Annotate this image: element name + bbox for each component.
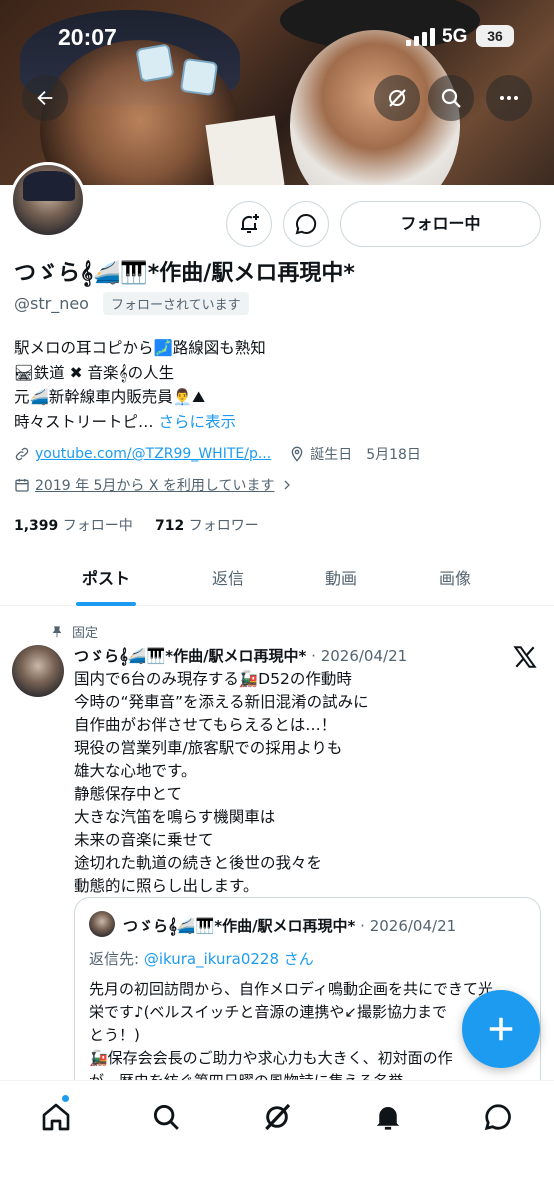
signal-icon: [406, 28, 436, 46]
message-icon: [295, 213, 317, 235]
bell-plus-icon: [241, 214, 259, 233]
grok-icon: [265, 1103, 291, 1131]
pinned-label: 固定: [72, 626, 99, 641]
more-icon: [500, 96, 518, 100]
quote-header: つゞら𝄞🚄🎹*作曲/駅メロ再現中* · 2026/04/21: [123, 915, 456, 936]
birthday: 誕生日 5月18日: [310, 447, 421, 463]
plus-icon: [489, 1017, 513, 1041]
quote-avatar: [89, 911, 115, 937]
home-icon: [42, 1103, 70, 1131]
network-type: 5G: [442, 26, 468, 47]
grok-button[interactable]: [374, 75, 420, 121]
follows-you-badge: フォローされています: [102, 292, 249, 315]
post-line: 今時の“発車音”を添える新旧混淆の試みに: [74, 693, 369, 711]
nav-home[interactable]: [36, 1097, 76, 1137]
grok-icon: [389, 89, 406, 107]
quote-line: 🚂保存会会長のご助力や求心力も大きく、初対面の作: [89, 1049, 453, 1067]
message-button[interactable]: [283, 201, 329, 247]
tab-videos[interactable]: 動画: [325, 565, 357, 589]
post-line: 雄大な心地です。: [74, 762, 197, 780]
pin-icon: [52, 625, 62, 637]
compose-post-button[interactable]: [462, 990, 540, 1068]
follow-counts: 1,399 フォロー中 712 フォロワー: [14, 515, 259, 535]
battery-icon: 36: [476, 25, 514, 47]
post-line: 未来の音楽に乗せて: [74, 831, 214, 849]
following-button[interactable]: フォロー中: [340, 201, 541, 247]
show-more-link[interactable]: さらに表示: [158, 413, 236, 431]
handle-row: @str_neo フォローされています: [14, 292, 249, 315]
status-bar: 20:07 5G 36: [0, 0, 554, 70]
following-count-link[interactable]: 1,399 フォロー中: [14, 518, 133, 534]
nav-grok[interactable]: [257, 1097, 297, 1137]
reply-to: 返信先: @ikura_ikura0228 さん: [89, 950, 314, 968]
post-line: 大きな汽笛を鳴らす機関車は: [74, 808, 276, 826]
new-content-dot: [61, 1094, 70, 1103]
link-icon: [15, 447, 29, 461]
pinned-indicator: 固定: [50, 622, 98, 641]
active-tab-indicator: [76, 602, 136, 606]
back-button[interactable]: [22, 75, 68, 121]
bio-line: 元🚄新幹線車内販売員👨‍💼⛰: [14, 388, 206, 406]
post-text: 国内で6台のみ現存する🚂D52の作動時 今時の“発車音”を添える新旧混淆の試みに…: [74, 668, 534, 898]
nav-messages[interactable]: [478, 1097, 518, 1137]
tab-posts[interactable]: ポスト: [82, 565, 130, 589]
quoted-post[interactable]: つゞら𝄞🚄🎹*作曲/駅メロ再現中* · 2026/04/21 返信先: @iku…: [74, 897, 541, 1097]
profile-bio: 駅メロの耳コピから🗾路線図も熟知 🛤鉄道 ✖ 音楽𝄞の人生 元🚄新幹線車内販売員…: [14, 336, 266, 434]
back-arrow-icon: [37, 90, 53, 106]
profile-meta: youtube.com/@TZR99_WHITE/p... 誕生日 5月18日: [14, 444, 421, 464]
post-line: 動態的に照らし出します。: [74, 877, 259, 895]
joined-date: 2019 年 5月から X を利用しています: [35, 478, 275, 494]
bottom-navigation: [0, 1080, 554, 1199]
notifications-button[interactable]: [226, 201, 272, 247]
post-author[interactable]: つゞら𝄞🚄🎹*作曲/駅メロ再現中*: [74, 647, 306, 665]
message-icon: [484, 1104, 511, 1131]
calendar-icon: [15, 479, 29, 492]
search-button[interactable]: [428, 75, 474, 121]
quote-date: · 2026/04/21: [360, 917, 457, 935]
location-pin-icon: [291, 446, 303, 462]
bio-line: 時々ストリートピ…: [14, 412, 154, 431]
profile-tabs: ポスト 返信 動画 画像: [0, 550, 554, 606]
more-button[interactable]: [486, 75, 532, 121]
post-date[interactable]: · 2026/04/21: [311, 647, 407, 665]
profile-link[interactable]: youtube.com/@TZR99_WHITE/p...: [35, 446, 271, 462]
post-line: 途切れた軌道の続きと後世の我々を: [74, 854, 323, 872]
quote-author: つゞら𝄞🚄🎹*作曲/駅メロ再現中*: [123, 917, 356, 935]
post-header: つゞら𝄞🚄🎹*作曲/駅メロ再現中* · 2026/04/21: [74, 645, 407, 666]
bio-line: 🛤鉄道 ✖ 音楽𝄞の人生: [14, 363, 175, 382]
nav-notifications[interactable]: [368, 1097, 408, 1137]
post-line: 現役の営業列車/旅客駅での採用よりも: [74, 739, 343, 757]
post-avatar[interactable]: [12, 645, 64, 697]
banner-photo-card: [205, 115, 285, 185]
profile-avatar[interactable]: [10, 162, 86, 238]
status-time: 20:07: [58, 24, 117, 50]
x-logo-icon: [513, 646, 537, 668]
joined-row[interactable]: 2019 年 5月から X を利用しています: [14, 475, 298, 495]
tab-replies[interactable]: 返信: [212, 565, 244, 589]
post-line: 国内で6台のみ現存する🚂D52の作動時: [74, 670, 352, 688]
post-line: 静態保存中とて: [74, 785, 183, 803]
tab-images[interactable]: 画像: [439, 565, 471, 589]
nav-search[interactable]: [146, 1097, 186, 1137]
search-icon: [441, 88, 461, 108]
bell-icon: [376, 1107, 400, 1130]
search-icon: [153, 1104, 179, 1130]
handle: @str_neo: [14, 294, 89, 313]
bio-line: 駅メロの耳コピから🗾路線図も熟知: [14, 339, 266, 357]
post-line: 自作曲がお伴させてもらえるとは…！: [74, 716, 337, 734]
quote-line: 先月の初回訪問から、自作メロディ鳴動企画を共にできて光: [89, 980, 493, 998]
display-name: つゞら𝄞🚄🎹*作曲/駅メロ再現中*: [14, 261, 355, 286]
chevron-right-icon: [284, 480, 290, 490]
reply-mention-link[interactable]: @ikura_ikura0228 さん: [144, 950, 314, 968]
followers-count-link[interactable]: 712 フォロワー: [155, 518, 259, 534]
